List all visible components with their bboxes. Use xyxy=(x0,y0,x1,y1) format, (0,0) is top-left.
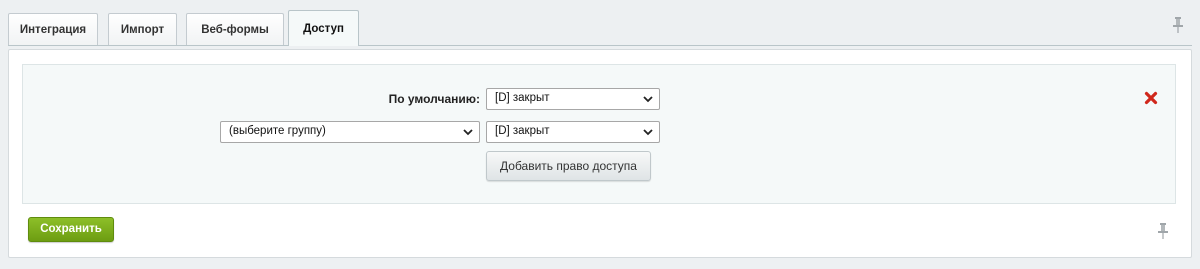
group-select[interactable]: (выберите группу) xyxy=(220,121,480,143)
default-access-select[interactable]: [D] закрыт xyxy=(486,88,660,110)
save-button[interactable]: Сохранить xyxy=(28,217,114,242)
default-access-value: [D] закрыт xyxy=(495,92,550,104)
tab-label: Интеграция xyxy=(19,23,87,36)
group-select-value: (выберите группу) xyxy=(229,125,326,137)
tab-access[interactable]: Доступ xyxy=(288,10,359,46)
pin-icon[interactable] xyxy=(1172,17,1184,33)
default-access-label: По умолчанию: xyxy=(388,92,480,106)
group-access-select[interactable]: [D] закрыт xyxy=(486,121,660,143)
tab-web-forms[interactable]: Веб-формы xyxy=(186,13,284,45)
tab-import[interactable]: Импорт xyxy=(108,13,177,45)
tab-label: Доступ xyxy=(303,22,344,35)
chevron-down-icon xyxy=(463,129,473,136)
pin-icon[interactable] xyxy=(1157,223,1169,239)
chevron-down-icon xyxy=(643,129,653,136)
tabs-divider xyxy=(8,45,1192,46)
add-access-button[interactable]: Добавить право доступа xyxy=(486,151,651,181)
tab-label: Веб-формы xyxy=(201,23,269,36)
chevron-down-icon xyxy=(643,96,653,103)
tab-label: Импорт xyxy=(120,23,165,36)
group-access-value: [D] закрыт xyxy=(495,125,550,137)
tab-integration[interactable]: Интеграция xyxy=(8,13,98,45)
delete-icon[interactable] xyxy=(1144,91,1158,105)
